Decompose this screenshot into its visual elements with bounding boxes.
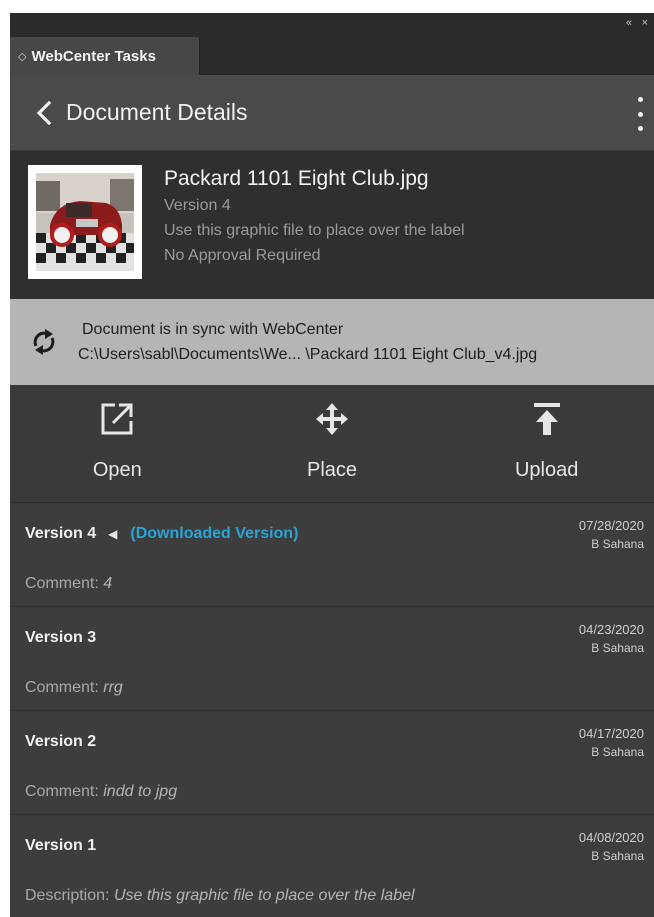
chevron-left-icon[interactable] [22, 91, 66, 135]
document-version: Version 4 [164, 197, 231, 214]
panel-top-strip: « × [10, 13, 654, 35]
version-user: B Sahana [591, 537, 644, 551]
kebab-menu-icon[interactable] [632, 97, 648, 131]
document-thumbnail[interactable] [28, 165, 142, 279]
version-description: Description: Use this graphic file to pl… [25, 887, 415, 905]
version-date: 04/08/2020 [578, 830, 644, 845]
comment-label: Comment: [25, 679, 99, 696]
version-title: Version 2 [25, 733, 97, 750]
tab-label: WebCenter Tasks [31, 47, 156, 65]
version-item[interactable]: Version 1 04/08/2020 B Sahana Descriptio… [10, 815, 654, 917]
tab-webcenter-tasks[interactable]: ◇ WebCenter Tasks [10, 37, 200, 75]
collapse-icon[interactable]: « [626, 17, 632, 29]
upload-icon [532, 399, 562, 439]
tab-row: ◇ WebCenter Tasks [10, 35, 654, 75]
version-item[interactable]: Version 4 ◀ (Downloaded Version) 07/28/2… [10, 503, 654, 607]
version-title: Version 4 [25, 525, 97, 542]
version-date: 07/28/2020 [578, 518, 644, 533]
version-user: B Sahana [591, 745, 644, 759]
tab-menu-icon: ◇ [18, 50, 27, 63]
version-item[interactable]: Version 2 04/17/2020 B Sahana Comment: i… [10, 711, 654, 815]
version-user: B Sahana [591, 849, 644, 863]
comment-text: rrg [103, 679, 123, 696]
comment-label: Comment: [25, 575, 99, 592]
version-title: Version 1 [25, 837, 97, 854]
document-approval: No Approval Required [164, 247, 321, 264]
description-label: Description: [25, 887, 110, 904]
sync-icon [18, 327, 70, 357]
downloaded-version-badge: (Downloaded Version) [130, 525, 299, 542]
open-external-icon [99, 399, 135, 439]
comment-text: indd to jpg [103, 783, 178, 800]
place-label: Place [306, 459, 358, 481]
version-title: Version 3 [25, 629, 97, 646]
sync-path: C:\Users\sabl\Documents\We... \Packard 1… [78, 346, 538, 363]
webcenter-panel: « × ◇ WebCenter Tasks Document Details P… [10, 13, 654, 917]
document-description: Use this graphic file to place over the … [164, 222, 465, 239]
version-comment: Comment: rrg [25, 679, 123, 697]
version-comment: Comment: indd to jpg [25, 783, 177, 801]
open-label: Open [92, 459, 142, 481]
details-header: Document Details [10, 75, 654, 151]
document-meta: Packard 1101 Eight Club.jpg Version 4 Us… [164, 165, 465, 268]
action-bar: Open Place Upload [10, 385, 654, 503]
document-info: Packard 1101 Eight Club.jpg Version 4 Us… [10, 151, 654, 299]
comment-label: Comment: [25, 783, 99, 800]
sync-text: Document is in sync with WebCenter C:\Us… [78, 317, 537, 367]
move-arrows-icon [314, 399, 350, 439]
sync-status: Document is in sync with WebCenter [82, 321, 344, 338]
document-name: Packard 1101 Eight Club.jpg [164, 167, 429, 190]
upload-button[interactable]: Upload [439, 385, 654, 502]
comment-text: 4 [103, 575, 113, 592]
version-item[interactable]: Version 3 04/23/2020 B Sahana Comment: r… [10, 607, 654, 711]
sync-status-bar: Document is in sync with WebCenter C:\Us… [10, 299, 654, 385]
version-date: 04/17/2020 [578, 726, 644, 741]
upload-label: Upload [514, 459, 579, 481]
description-text: Use this graphic file to place over the … [113, 887, 415, 904]
place-button[interactable]: Place [225, 385, 440, 502]
version-user: B Sahana [591, 641, 644, 655]
open-button[interactable]: Open [10, 385, 225, 502]
version-date: 04/23/2020 [578, 622, 644, 637]
page-title: Document Details [66, 99, 248, 125]
current-version-marker-icon: ◀ [108, 527, 118, 541]
close-icon[interactable]: × [642, 17, 648, 29]
version-comment: Comment: 4 [25, 575, 112, 593]
